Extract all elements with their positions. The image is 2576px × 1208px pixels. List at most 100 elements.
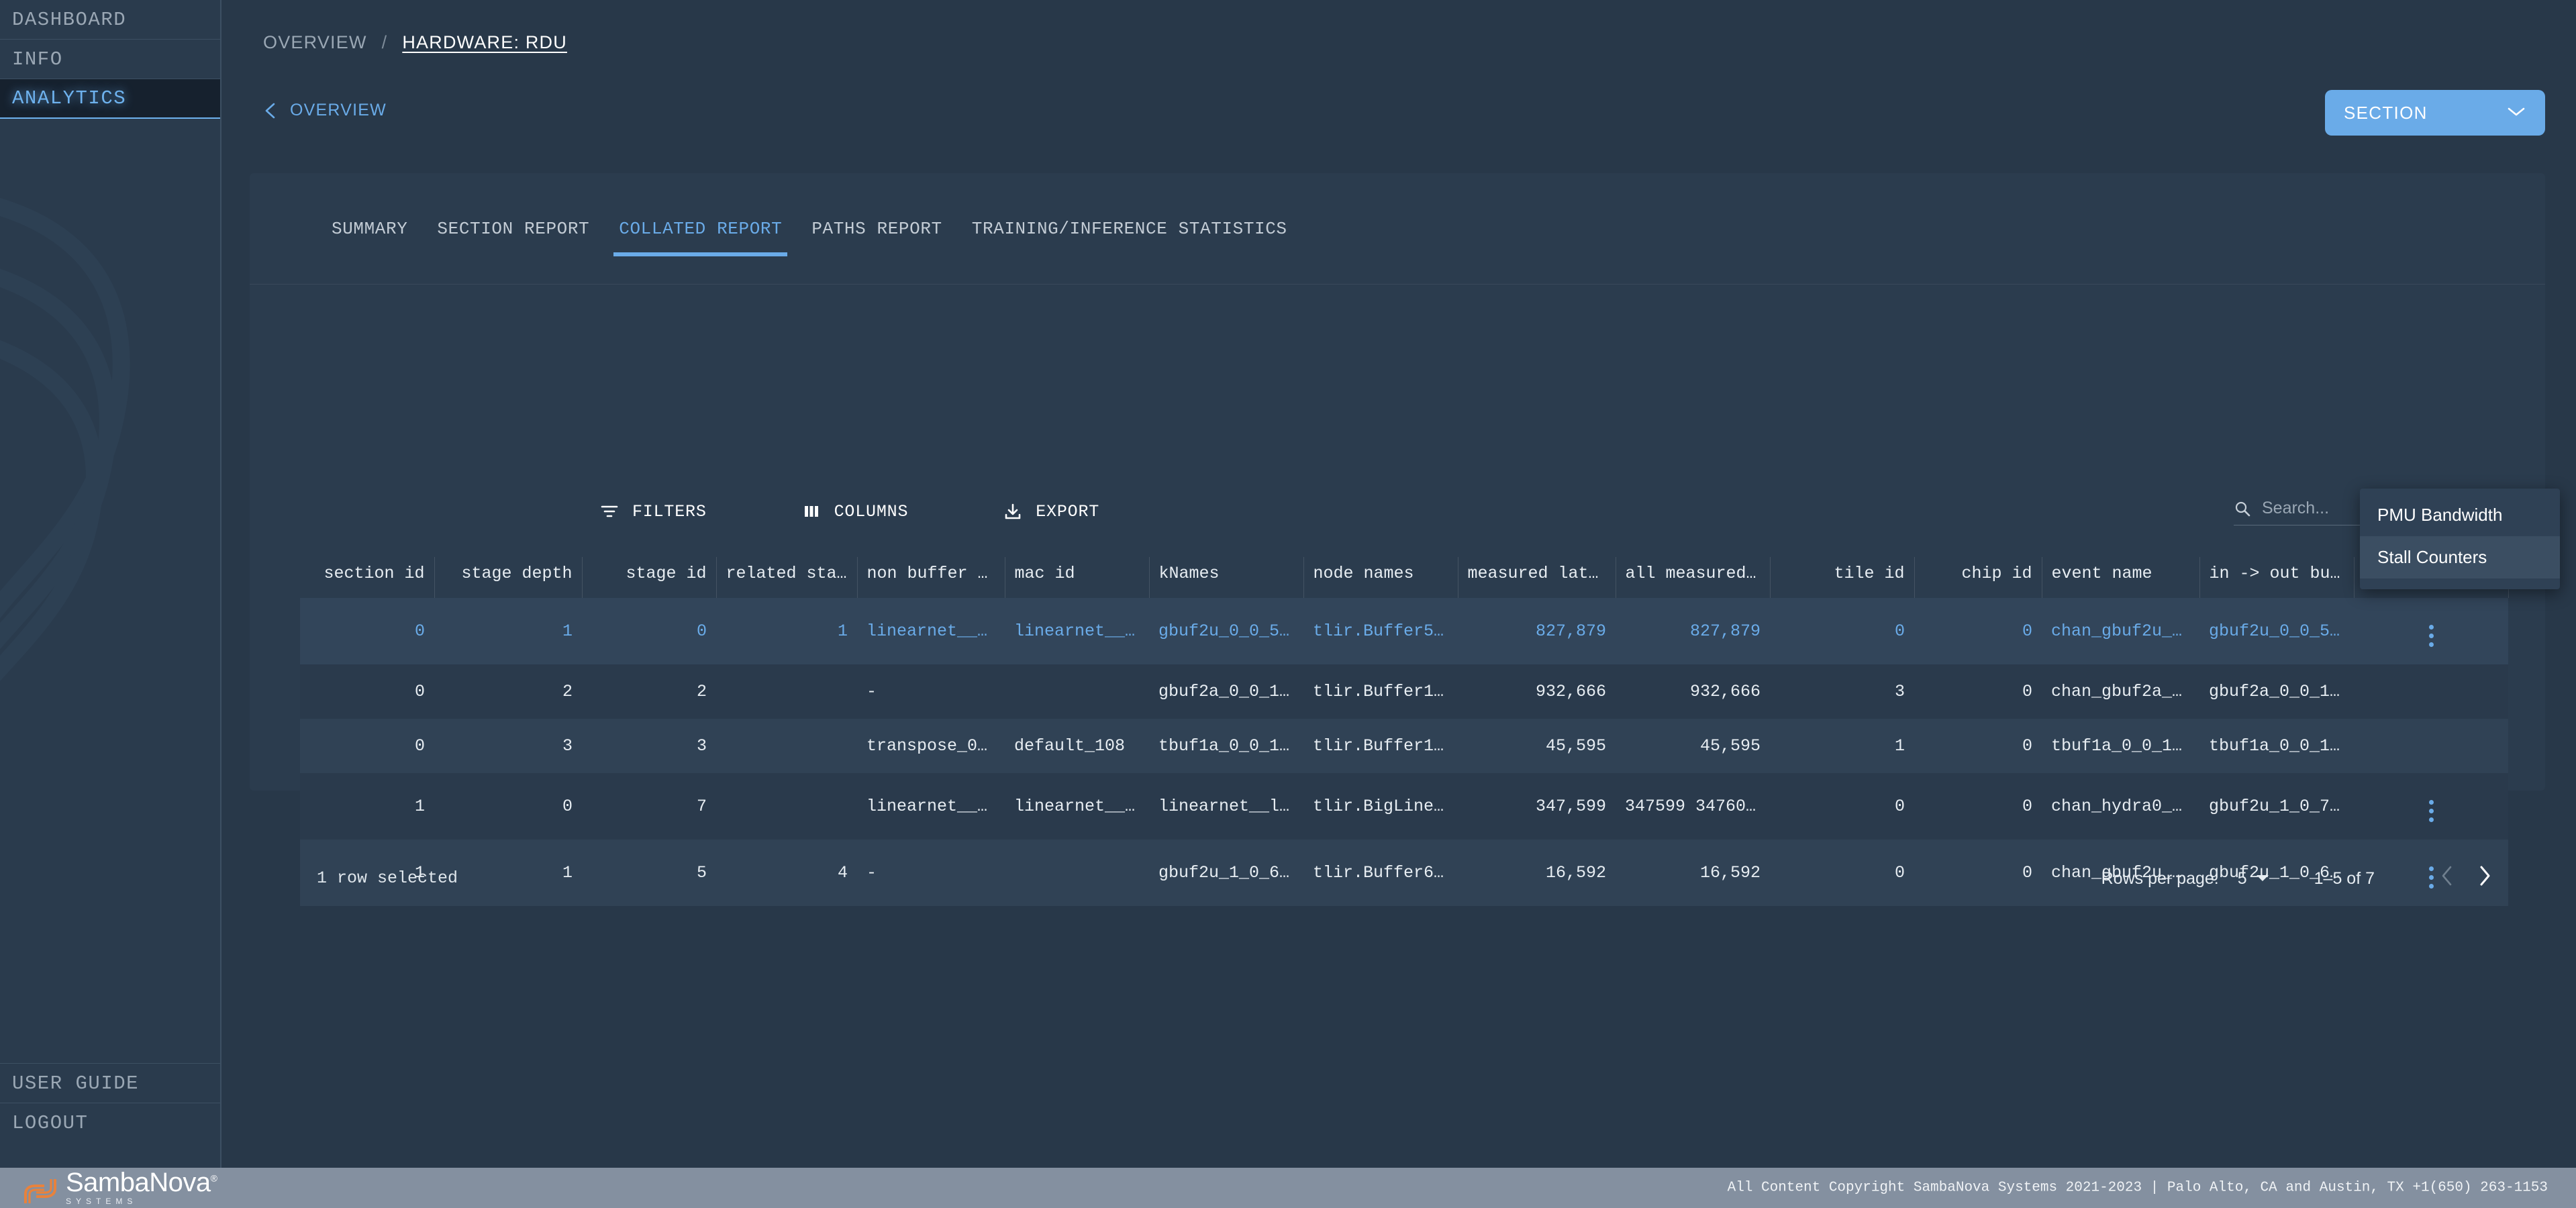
cell-non-buffer-temp: - [857,664,1005,719]
cell-related-stage-id [716,664,857,719]
table-row[interactable]: 0 1 0 1 linearnet__lin… linearnet__lin… … [300,598,2508,664]
cell-subtables[interactable] [2354,719,2508,773]
cell-node-names: tlir.Buffer110… [1303,719,1458,773]
cell-chip-id: 0 [1914,719,2042,773]
column-header-stage-id[interactable]: stage id [582,557,716,598]
subtables-menu-icon[interactable] [2363,625,2499,647]
column-header-event-name[interactable]: event name [2042,557,2199,598]
sidebar-item-user-guide[interactable]: USER GUIDE [0,1063,220,1103]
cell-in-out-buffer: tbuf1a_0_0_110… [2199,719,2354,773]
cell-knames: gbuf2a_0_0_100… [1149,664,1303,719]
cell-stage-id: 0 [582,598,716,664]
tab-label: SUMMARY [332,219,407,239]
tab-bar: SUMMARY SECTION REPORT COLLATED REPORT P… [317,219,1302,256]
subtables-menu-icon[interactable] [2363,800,2499,822]
cell-measured-latency: 932,666 [1458,664,1616,719]
breadcrumb-current[interactable]: HARDWARE: RDU [402,32,567,53]
column-header-stage-depth[interactable]: stage depth [434,557,582,598]
column-header-measured-latency[interactable]: measured latency [1458,557,1616,598]
column-header-all-measured-latency[interactable]: all measured la… [1616,557,1770,598]
pagination-range: 1–5 of 7 [2314,869,2375,889]
sidebar-item-label: USER GUIDE [12,1072,139,1095]
cell-section-id: 0 [300,719,434,773]
back-to-overview-link[interactable]: OVERVIEW [263,101,387,120]
rows-per-page-select[interactable]: 5 [2238,869,2270,889]
sidebar-item-analytics[interactable]: ANALYTICS [0,79,220,119]
tab-training-inference-statistics[interactable]: TRAINING/INFERENCE STATISTICS [957,219,1302,256]
sidebar-item-dashboard[interactable]: DASHBOARD [0,0,220,40]
breadcrumb-overview[interactable]: OVERVIEW [263,32,367,53]
filters-button[interactable]: FILTERS [599,501,707,522]
cell-tile-id: 0 [1770,598,1914,664]
cell-knames: tbuf1a_0_0_110… [1149,719,1303,773]
column-header-node-names[interactable]: node names [1303,557,1458,598]
collated-report-table: section id stage depth stage id related … [300,557,2495,906]
sidebar: DASHBOARD INFO ANALYTICS USER GUIDE LOGO… [0,0,221,1208]
cell-stage-depth: 0 [434,773,582,840]
column-header-section-id[interactable]: section id [300,557,434,598]
sidebar-item-label: ANALYTICS [12,87,126,109]
columns-button[interactable]: COLUMNS [801,501,909,522]
rows-per-page-value: 5 [2238,869,2247,889]
cell-chip-id: 0 [1914,664,2042,719]
column-header-knames[interactable]: kNames [1149,557,1303,598]
next-page-button[interactable] [2466,864,2504,893]
chevron-down-icon [2506,105,2526,121]
tab-label: PATHS REPORT [811,219,942,239]
filter-icon [599,501,620,522]
cell-section-id: 1 [300,773,434,840]
chevron-left-icon [263,101,278,120]
columns-label: COLUMNS [834,502,909,521]
main-content: OVERVIEW / HARDWARE: RDU OVERVIEW SECTIO… [221,0,2576,1208]
menu-item-stall-counters[interactable]: Stall Counters [2360,536,2560,578]
column-header-chip-id[interactable]: chip id [1914,557,2042,598]
column-header-non-buffer-temp[interactable]: non buffer temp… [857,557,1005,598]
cell-all-measured-latency: 347599 347607 … [1616,773,1770,840]
cell-related-stage-id [716,719,857,773]
sidebar-item-logout[interactable]: LOGOUT [0,1103,220,1142]
column-header-tile-id[interactable]: tile id [1770,557,1914,598]
subtables-context-menu: PMU Bandwidth Stall Counters [2360,489,2560,589]
column-header-related-stage-id[interactable]: related stage i… [716,557,857,598]
column-header-in-out-buffer[interactable]: in -> out buffe… [2199,557,2354,598]
sidebar-decoration [0,0,220,1201]
tab-label: COLLATED REPORT [619,219,782,239]
cell-knames: gbuf2u_0_0_50 … [1149,598,1303,664]
export-button[interactable]: EXPORT [1002,501,1099,522]
section-button-label: SECTION [2344,103,2428,123]
sidebar-item-info[interactable]: INFO [0,40,220,79]
sambanova-wordmark: SambaNova® [66,1170,217,1195]
tab-summary[interactable]: SUMMARY [317,219,422,256]
table-row[interactable]: 1 0 7 linearnet__lin… linearnet__lin… li… [300,773,2508,840]
cell-measured-latency: 45,595 [1458,719,1616,773]
tab-paths-report[interactable]: PATHS REPORT [797,219,956,256]
cell-mac-id: linearnet__lin… [1005,773,1149,840]
table-row[interactable]: 0 2 2 - gbuf2a_0_0_100… tlir.Buffer100… … [300,664,2508,719]
cell-in-out-buffer: gbuf2u_1_0_70-… [2199,773,2354,840]
tab-collated-report[interactable]: COLLATED REPORT [604,219,797,256]
cell-subtables[interactable] [2354,773,2508,840]
tabs-divider [250,284,2545,285]
cell-chip-id: 0 [1914,773,2042,840]
cell-subtables[interactable] [2354,664,2508,719]
sidebar-item-label: LOGOUT [12,1112,88,1134]
cell-mac-id [1005,664,1149,719]
cell-node-names: tlir.Buffer50 … [1303,598,1458,664]
table-header-row: section id stage depth stage id related … [300,557,2508,598]
cell-all-measured-latency: 932,666 [1616,664,1770,719]
cell-subtables[interactable] [2354,598,2508,664]
previous-page-button[interactable] [2428,864,2466,893]
cell-event-name: chan_hydra0_gb… [2042,773,2199,840]
column-header-mac-id[interactable]: mac id [1005,557,1149,598]
cell-tile-id: 1 [1770,719,1914,773]
cell-stage-depth: 2 [434,664,582,719]
menu-item-pmu-bandwidth[interactable]: PMU Bandwidth [2360,494,2560,536]
export-label: EXPORT [1036,502,1099,521]
section-dropdown-button[interactable]: SECTION [2325,90,2545,136]
cell-stage-id: 3 [582,719,716,773]
tab-section-report[interactable]: SECTION REPORT [422,219,604,256]
table-footer: 1 row selected Rows per page: 5 1–5 of 7 [250,858,2545,918]
table-row[interactable]: 0 3 3 transpose_0_0_… default_108 tbuf1a… [300,719,2508,773]
cell-event-name: chan_gbuf2u_0_… [2042,598,2199,664]
cell-non-buffer-temp: transpose_0_0_… [857,719,1005,773]
